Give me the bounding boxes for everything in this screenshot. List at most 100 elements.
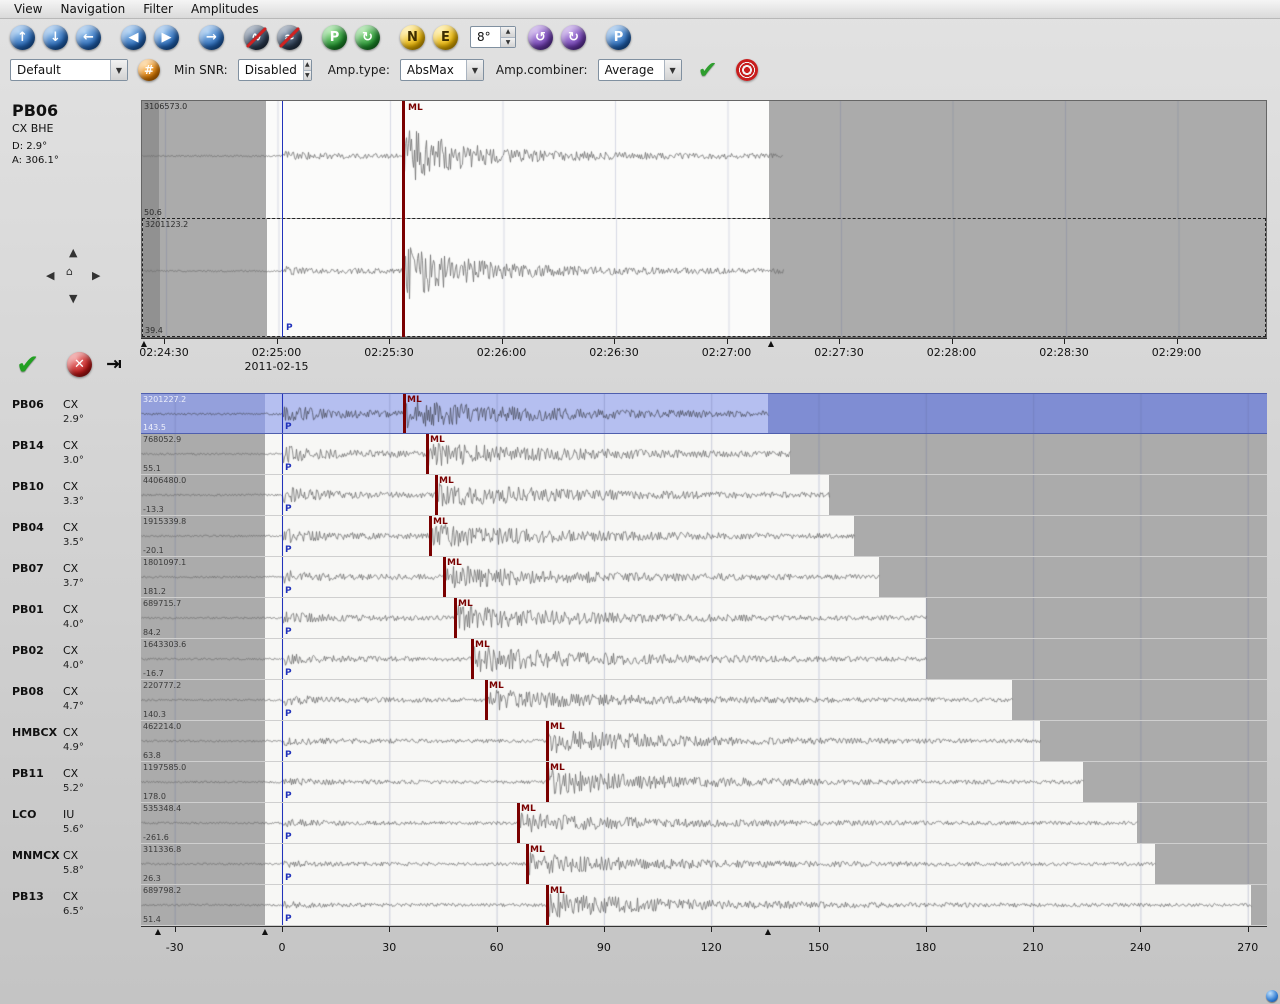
trace-label-pb06[interactable]: PB06CX2.9° — [0, 393, 140, 434]
trace-row-pb08[interactable]: PML220777.2140.3 — [141, 680, 1267, 721]
trace-label-pb14[interactable]: PB14CX3.0° — [0, 434, 140, 475]
ml-amplitude-marker[interactable] — [426, 434, 429, 474]
window-boundary-marker[interactable]: ▲ — [262, 928, 268, 936]
zoom-trace-2-selected[interactable]: 3201123.2 39.4 — [142, 218, 1266, 337]
waveform-canvas[interactable] — [141, 475, 1267, 515]
waveform-canvas[interactable] — [141, 434, 1267, 474]
hash-button[interactable]: # — [138, 59, 160, 81]
menu-filter[interactable]: Filter — [135, 1, 181, 17]
ml-amplitude-marker[interactable] — [403, 394, 406, 433]
trace-label-pb02[interactable]: PB02CX4.0° — [0, 639, 140, 680]
chevron-down-icon[interactable]: ▼ — [110, 60, 127, 80]
trace-label-pb10[interactable]: PB10CX3.3° — [0, 475, 140, 516]
trace-row-pb10[interactable]: PML4406480.0-13.3 — [141, 475, 1267, 516]
waveform-canvas[interactable] — [141, 516, 1267, 556]
recalc-amplitudes-button[interactable]: P — [606, 25, 631, 50]
chevron-down-icon[interactable]: ▼ — [466, 60, 483, 80]
spin-up-icon[interactable]: ▲ — [501, 27, 515, 38]
waveform-canvas[interactable] — [141, 885, 1267, 925]
nav-down-icon[interactable]: ▼ — [69, 294, 77, 304]
waveform-canvas[interactable] — [141, 844, 1267, 884]
waveform-canvas[interactable] — [141, 639, 1267, 679]
ml-amplitude-marker[interactable] — [435, 475, 438, 515]
accept-button[interactable]: ✔ — [16, 348, 39, 381]
trace-label-pb01[interactable]: PB01CX4.0° — [0, 598, 140, 639]
ml-amplitude-marker[interactable] — [546, 721, 549, 761]
ml-amplitude-marker[interactable] — [471, 639, 474, 679]
goto-end-button[interactable]: → — [199, 25, 224, 50]
trace-label-pb04[interactable]: PB04CX3.5° — [0, 516, 140, 557]
nav-up-icon[interactable]: ▲ — [69, 248, 77, 258]
zoom-trace-panel[interactable]: 3106573.0 50.6 3201123.2 39.4 ML P — [141, 100, 1267, 338]
waveform-canvas[interactable] — [142, 101, 1266, 218]
scroll-left-button[interactable]: ← — [76, 25, 101, 50]
trace-row-pb07[interactable]: PML1801097.1181.2 — [141, 557, 1267, 598]
chevron-down-icon[interactable]: ▼ — [664, 60, 681, 80]
waveform-canvas[interactable] — [141, 762, 1267, 802]
min-snr-spin-arrows[interactable]: ▲▼ — [303, 60, 311, 80]
p-pick-marker[interactable] — [282, 721, 283, 761]
skip-station-button[interactable]: ⇥ — [106, 354, 132, 375]
ml-amplitude-marker[interactable] — [546, 885, 549, 925]
window-boundary-marker[interactable]: ▲ — [155, 928, 161, 936]
p-pick-marker[interactable] — [282, 598, 283, 638]
waveform-canvas[interactable] — [141, 598, 1267, 638]
ml-amplitude-marker[interactable] — [402, 101, 405, 337]
waveform-canvas[interactable] — [143, 219, 1266, 337]
amp-type-select[interactable]: AbsMax ▼ — [400, 59, 484, 81]
trace-label-pb13[interactable]: PB13CX6.5° — [0, 885, 140, 926]
p-pick-marker[interactable] — [282, 475, 283, 515]
apply-amplitudes-button[interactable]: ✔ — [698, 59, 718, 81]
filter-off-button[interactable]: ∿ — [244, 25, 269, 50]
spin-up-icon[interactable]: ▲ — [304, 60, 311, 71]
nav-home-icon[interactable]: ⌂ — [66, 267, 73, 277]
window-boundary-marker[interactable]: ▲ — [768, 340, 774, 348]
scroll-down-button[interactable]: ↓ — [43, 25, 68, 50]
next-marker-button[interactable]: ▶ — [154, 25, 179, 50]
profile-select[interactable]: Default ▼ — [10, 59, 128, 81]
rotate-cw-button[interactable]: ↻ — [561, 25, 586, 50]
window-boundary-marker[interactable]: ▲ — [141, 340, 147, 348]
ml-amplitude-marker[interactable] — [517, 803, 520, 843]
trace-label-pb08[interactable]: PB08CX4.7° — [0, 680, 140, 721]
trace-row-pb02[interactable]: PML1643303.6-16.7 — [141, 639, 1267, 680]
trace-label-lco[interactable]: LCOIU5.6° — [0, 803, 140, 844]
waveform-canvas[interactable] — [141, 721, 1267, 761]
rotate-ccw-button[interactable]: ↺ — [528, 25, 553, 50]
size-grip-icon[interactable] — [1266, 990, 1278, 1002]
compute-magnitudes-button[interactable] — [736, 59, 758, 81]
trace-row-pb14[interactable]: PML768052.955.1 — [141, 434, 1267, 475]
zoom-trace-1[interactable]: 3106573.0 50.6 — [142, 101, 1266, 218]
trace-row-pb06[interactable]: PML3201227.2143.5 — [141, 393, 1267, 434]
ml-amplitude-marker[interactable] — [443, 557, 446, 597]
component-east-button[interactable]: E — [433, 25, 458, 50]
filter-alt-off-button[interactable]: ≈ — [277, 25, 302, 50]
p-pick-marker[interactable] — [282, 844, 283, 884]
trace-row-hmbcx[interactable]: PML462214.063.8 — [141, 721, 1267, 762]
trace-label-pb11[interactable]: PB11CX5.2° — [0, 762, 140, 803]
scroll-up-button[interactable]: ↑ — [10, 25, 35, 50]
p-pick-marker[interactable] — [282, 680, 283, 720]
trace-row-pb01[interactable]: PML689715.784.2 — [141, 598, 1267, 639]
spin-down-icon[interactable]: ▼ — [501, 38, 515, 48]
nav-left-icon[interactable]: ◀ — [46, 271, 54, 281]
spin-down-icon[interactable]: ▼ — [304, 71, 311, 81]
p-pick-marker[interactable] — [282, 434, 283, 474]
rotation-spinbox[interactable]: 8° ▲▼ — [470, 26, 516, 48]
menu-navigation[interactable]: Navigation — [52, 1, 133, 17]
ml-amplitude-marker[interactable] — [526, 844, 529, 884]
nav-right-icon[interactable]: ▶ — [92, 271, 100, 281]
reject-button[interactable]: ✕ — [67, 352, 92, 377]
trace-row-lco[interactable]: PML535348.4-261.6 — [141, 803, 1267, 844]
rotation-spin-arrows[interactable]: ▲▼ — [500, 27, 515, 47]
p-pick-marker[interactable] — [282, 101, 283, 337]
p-pick-marker[interactable] — [282, 394, 283, 433]
p-pick-marker[interactable] — [282, 557, 283, 597]
amp-combiner-select[interactable]: Average ▼ — [598, 59, 682, 81]
trace-label-mnmcx[interactable]: MNMCXCX5.8° — [0, 844, 140, 885]
p-pick-marker[interactable] — [282, 639, 283, 679]
trace-label-pb07[interactable]: PB07CX3.7° — [0, 557, 140, 598]
trace-row-pb13[interactable]: PML689798.251.4 — [141, 885, 1267, 926]
trace-row-mnmcx[interactable]: PML311336.826.3 — [141, 844, 1267, 885]
reload-picks-button[interactable]: ↻ — [355, 25, 380, 50]
